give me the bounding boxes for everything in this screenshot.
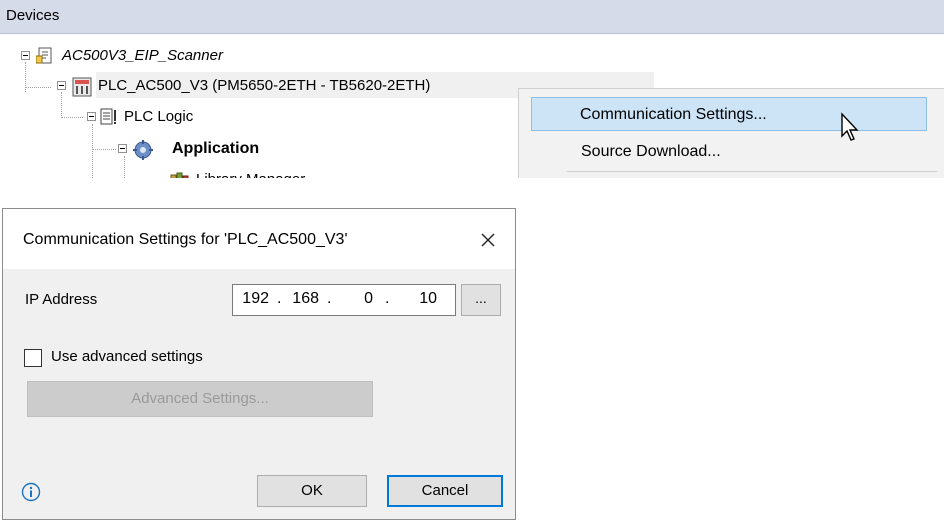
cancel-button[interactable]: Cancel bbox=[387, 475, 503, 507]
plc-logic-icon bbox=[100, 108, 118, 126]
devices-panel-title: Devices bbox=[6, 7, 60, 24]
dialog-titlebar: Communication Settings for 'PLC_AC500_V3… bbox=[3, 209, 515, 269]
ip-dot: . bbox=[277, 290, 282, 307]
info-icon[interactable] bbox=[21, 482, 41, 502]
collapse-toggle-icon[interactable] bbox=[118, 144, 127, 153]
ip-dot: . bbox=[327, 290, 332, 307]
plc-device-icon bbox=[72, 77, 92, 97]
dialog-title: Communication Settings for 'PLC_AC500_V3… bbox=[23, 231, 348, 248]
tree-item-label: Application bbox=[172, 140, 260, 157]
menu-item-communication-settings[interactable]: Communication Settings... bbox=[531, 97, 927, 131]
devices-panel-header: Devices bbox=[0, 0, 944, 34]
ip-dot: . bbox=[385, 290, 390, 307]
ip-octet-3[interactable]: 0 bbox=[339, 290, 373, 308]
use-advanced-settings-checkbox[interactable] bbox=[24, 349, 42, 367]
ip-octet-1[interactable]: 192 bbox=[235, 290, 269, 308]
ip-address-input[interactable]: 192 . 168 . 0 . 10 bbox=[232, 284, 456, 316]
ok-button[interactable]: OK bbox=[257, 475, 367, 507]
ip-address-label: IP Address bbox=[25, 291, 98, 308]
menu-separator bbox=[567, 171, 937, 172]
tree-item-label: AC500V3_EIP_Scanner bbox=[62, 47, 223, 64]
tree-item-application[interactable]: Application bbox=[0, 137, 400, 161]
tree-item-project[interactable]: AC500V3_EIP_Scanner bbox=[0, 44, 400, 68]
library-icon bbox=[170, 171, 189, 178]
menu-item-source-download[interactable]: Source Download... bbox=[567, 135, 937, 169]
devices-panel: Devices AC500V3_EIP_Scanner PLC_AC500_V3… bbox=[0, 0, 944, 178]
ip-octet-2[interactable]: 168 bbox=[285, 290, 319, 308]
mouse-pointer-icon bbox=[840, 112, 862, 146]
application-gear-icon bbox=[133, 140, 153, 160]
ip-octet-4[interactable]: 10 bbox=[403, 290, 437, 308]
use-advanced-settings-label[interactable]: Use advanced settings bbox=[51, 348, 203, 365]
collapse-toggle-icon[interactable] bbox=[57, 81, 66, 90]
collapse-toggle-icon[interactable] bbox=[87, 112, 96, 121]
advanced-settings-button: Advanced Settings... bbox=[27, 381, 373, 417]
close-icon[interactable] bbox=[473, 225, 503, 255]
tree-item-label: Library Manager bbox=[196, 168, 305, 178]
collapse-toggle-icon[interactable] bbox=[21, 51, 30, 60]
project-icon bbox=[35, 47, 54, 65]
browse-button[interactable]: ... bbox=[461, 284, 501, 316]
tree-item-label: PLC_AC500_V3 (PM5650-2ETH - TB5620-2ETH) bbox=[98, 77, 431, 94]
tree-item-plc-logic[interactable]: PLC Logic bbox=[0, 105, 400, 129]
communication-settings-dialog: Communication Settings for 'PLC_AC500_V3… bbox=[2, 208, 516, 520]
context-menu: Communication Settings... Source Downloa… bbox=[518, 88, 944, 178]
tree-item-library-manager[interactable]: Library Manager bbox=[0, 168, 400, 178]
tree-item-label: PLC Logic bbox=[124, 108, 194, 125]
